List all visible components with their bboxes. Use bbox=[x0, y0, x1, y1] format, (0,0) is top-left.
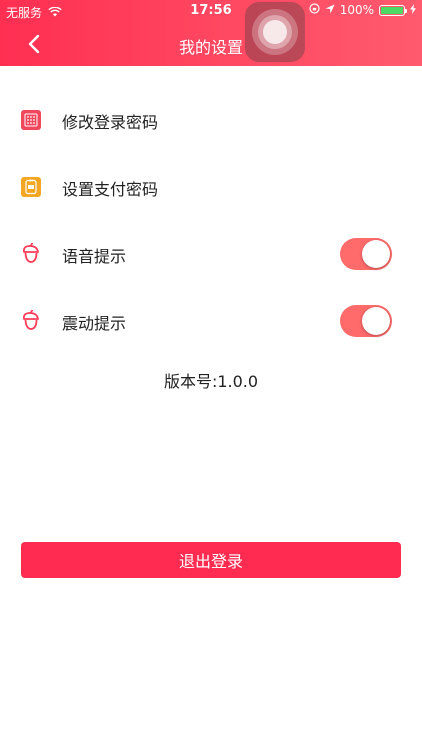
logout-button[interactable]: 退出登录 bbox=[21, 542, 401, 578]
header-bar: 无服务 17:56 100% 我的设置 bbox=[0, 0, 422, 66]
acorn-icon bbox=[20, 310, 42, 332]
wallet-icon bbox=[20, 176, 42, 198]
battery-icon bbox=[379, 4, 407, 16]
version-label: 版本号:1.0.0 bbox=[163, 372, 259, 391]
settings-row-voice-tips: 语音提示 bbox=[0, 220, 422, 287]
charging-icon bbox=[410, 3, 416, 17]
settings-row-label: 修改登录密码 bbox=[62, 113, 159, 132]
settings-row-label: 设置支付密码 bbox=[62, 180, 159, 199]
settings-row-pay-password[interactable]: 设置支付密码 bbox=[0, 153, 422, 220]
settings-row-label: 语音提示 bbox=[62, 247, 127, 266]
battery-percent: 100% bbox=[339, 3, 374, 17]
nav-bar: 我的设置 bbox=[0, 22, 422, 66]
keypad-icon bbox=[20, 109, 42, 131]
settings-row-login-password[interactable]: 修改登录密码 bbox=[0, 86, 422, 153]
location-icon bbox=[325, 3, 335, 17]
acorn-icon bbox=[20, 243, 42, 265]
status-bar: 无服务 17:56 100% bbox=[0, 0, 422, 22]
settings-row-vibration-tips: 震动提示 bbox=[0, 287, 422, 354]
page-title: 我的设置 bbox=[178, 38, 243, 57]
voice-tips-toggle[interactable] bbox=[340, 238, 392, 270]
vibration-tips-toggle[interactable] bbox=[340, 305, 392, 337]
orientation-lock-icon bbox=[309, 3, 320, 17]
settings-row-label: 震动提示 bbox=[62, 314, 127, 333]
assistive-touch-button[interactable] bbox=[245, 2, 305, 62]
